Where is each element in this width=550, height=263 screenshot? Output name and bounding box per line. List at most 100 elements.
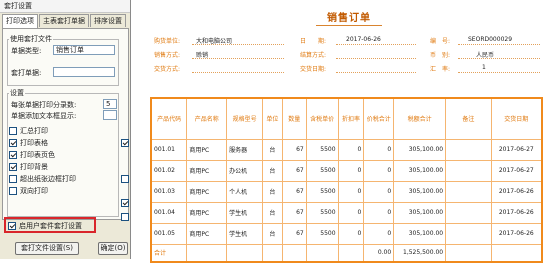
- column-header: 单位: [262, 97, 283, 140]
- summary-cell: [445, 243, 492, 263]
- underline: [192, 58, 284, 59]
- side-checkbox-strip: [120, 57, 132, 249]
- table-cell: 0: [337, 180, 365, 203]
- table-cell: 台: [262, 180, 283, 203]
- table-cell: 0: [337, 138, 365, 161]
- column-header: 含税单价: [305, 97, 339, 140]
- delivery-date-label: 交货日期:: [300, 66, 327, 73]
- checkbox-box[interactable]: [9, 187, 17, 195]
- summary-cell: [337, 243, 365, 263]
- table-cell: 305,100.00: [393, 138, 447, 161]
- rows-per-page-label: 每张单据打印分录数:: [11, 101, 77, 109]
- underline: [458, 72, 540, 73]
- buyer-label: 购货单位:: [154, 38, 181, 45]
- number-value: SEORD000029: [468, 36, 513, 43]
- table-cell: 0: [363, 180, 395, 203]
- table-cell: 2017-06-27: [490, 138, 543, 161]
- checkbox-label: 打印表格: [20, 139, 48, 147]
- column-header: 产品名称: [186, 97, 228, 140]
- date-value: 2017-06-26: [346, 36, 381, 43]
- table-cell: 67: [281, 159, 307, 182]
- column-header: 规格型号: [226, 97, 263, 140]
- bill-type-select[interactable]: 销售订单: [53, 45, 115, 55]
- rows-per-page-input[interactable]: 5: [103, 99, 117, 109]
- table-cell: [445, 201, 492, 224]
- dialog-title: 套打设置: [0, 0, 130, 13]
- tab-bar: 打印选项 主表套打单据 排序设置: [2, 14, 127, 28]
- checkbox-box[interactable]: [9, 175, 17, 183]
- table-cell: 办公机: [226, 159, 263, 182]
- order-lines-table: 产品代码 产品名称 规格型号 单位 数量 含税单价 折扣率 价税合计 税额合计 …: [150, 97, 543, 263]
- checkbox-box[interactable]: [9, 151, 17, 159]
- underline: [192, 72, 284, 73]
- checkbox-summary-print[interactable]: 汇总打印: [9, 126, 48, 136]
- table-cell: 5500: [305, 201, 339, 224]
- textbox-display-input[interactable]: [103, 110, 117, 120]
- number-label: 编 号:: [430, 38, 451, 45]
- column-header: 税额合计: [393, 97, 447, 140]
- template-settings-button[interactable]: 套打文件设置(S): [15, 242, 79, 255]
- document-title: 销售订单: [327, 13, 371, 24]
- rate-label: 汇 率:: [430, 66, 451, 73]
- table-cell: [445, 222, 492, 245]
- underline: [192, 44, 284, 45]
- ok-button[interactable]: 确定(O): [98, 242, 128, 255]
- table-header-row: 产品代码 产品名称 规格型号 单位 数量 含税单价 折扣率 价税合计 税额合计 …: [150, 97, 543, 140]
- underline: [336, 72, 416, 73]
- column-header: 折扣率: [337, 97, 365, 140]
- table-cell: 台: [262, 159, 283, 182]
- table-row: 001.02 商用PC 办公机台 67 5500 0 0 305,100.00 2017-06-…: [150, 159, 543, 182]
- summary-cell: [490, 243, 543, 263]
- table-row: 001.01 商用PC 服务器台 67 5500 0 0 305,100.00 2017-06-…: [150, 138, 543, 161]
- checkbox-box[interactable]: [9, 127, 17, 135]
- table-cell: 0: [363, 138, 395, 161]
- underline: [336, 58, 416, 59]
- summary-cell: [186, 243, 228, 263]
- tab-print-options[interactable]: 打印选项: [2, 14, 38, 28]
- checkbox-print-table[interactable]: 打印表格: [9, 138, 48, 148]
- tab-main-template[interactable]: 主表套打单据: [39, 14, 89, 27]
- table-cell: 学生机: [226, 201, 263, 224]
- template-input[interactable]: [53, 67, 115, 77]
- bill-type-label: 单据类型:: [11, 47, 42, 55]
- title-underline: [316, 25, 382, 26]
- checkbox-duplex-print[interactable]: 双向打印: [9, 186, 48, 196]
- column-header: 数量: [281, 97, 307, 140]
- table-cell: 001.05: [150, 222, 188, 245]
- table-cell: 服务器: [226, 138, 263, 161]
- table-cell: 学生机: [226, 222, 263, 245]
- table-cell: 0: [337, 222, 365, 245]
- delivery-method-label: 交货方式:: [154, 66, 181, 73]
- underline: [458, 58, 540, 59]
- underline: [336, 44, 416, 45]
- table-row: 001.03 商用PC 个人机台 67 5500 0 0 305,100.00 2017-06-…: [150, 180, 543, 203]
- checkbox-box[interactable]: [9, 163, 17, 171]
- tab-sort-settings[interactable]: 排序设置: [90, 14, 126, 27]
- checkbox-box[interactable]: [121, 139, 129, 147]
- summary-cell: [226, 243, 263, 263]
- checkbox-box[interactable]: [121, 175, 129, 183]
- template-label: 套打单据:: [11, 69, 42, 77]
- checkbox-box[interactable]: [121, 199, 129, 207]
- table-cell: 台: [262, 222, 283, 245]
- table-cell: 305,100.00: [393, 159, 447, 182]
- underline: [458, 44, 540, 45]
- checkbox-box[interactable]: [121, 213, 129, 221]
- summary-cell: [305, 243, 339, 263]
- checkbox-box[interactable]: [9, 139, 17, 147]
- column-header: 交货日期: [490, 97, 543, 140]
- table-cell: 001.02: [150, 159, 188, 182]
- settings-group-title: 设置: [9, 88, 25, 98]
- table-cell: 305,100.00: [393, 201, 447, 224]
- textbox-display-label: 单据添加文本框显示:: [11, 112, 77, 120]
- summary-cell: 0.00: [363, 243, 395, 263]
- tab-panel: 使用套打文件 单据类型: 销售订单 套打单据: 设置 每张单据打印分录数: 5 …: [2, 28, 129, 221]
- column-header: 备注: [445, 97, 492, 140]
- sale-method-label: 销售方式:: [154, 52, 181, 59]
- checkbox-overflow-print[interactable]: 超出纸张边框打印: [9, 174, 76, 184]
- checkbox-print-page-color[interactable]: 打印表页色: [9, 150, 55, 160]
- table-cell: [445, 180, 492, 203]
- checkbox-print-background[interactable]: 打印背景: [9, 162, 48, 172]
- table-cell: [445, 138, 492, 161]
- table-cell: 0: [337, 201, 365, 224]
